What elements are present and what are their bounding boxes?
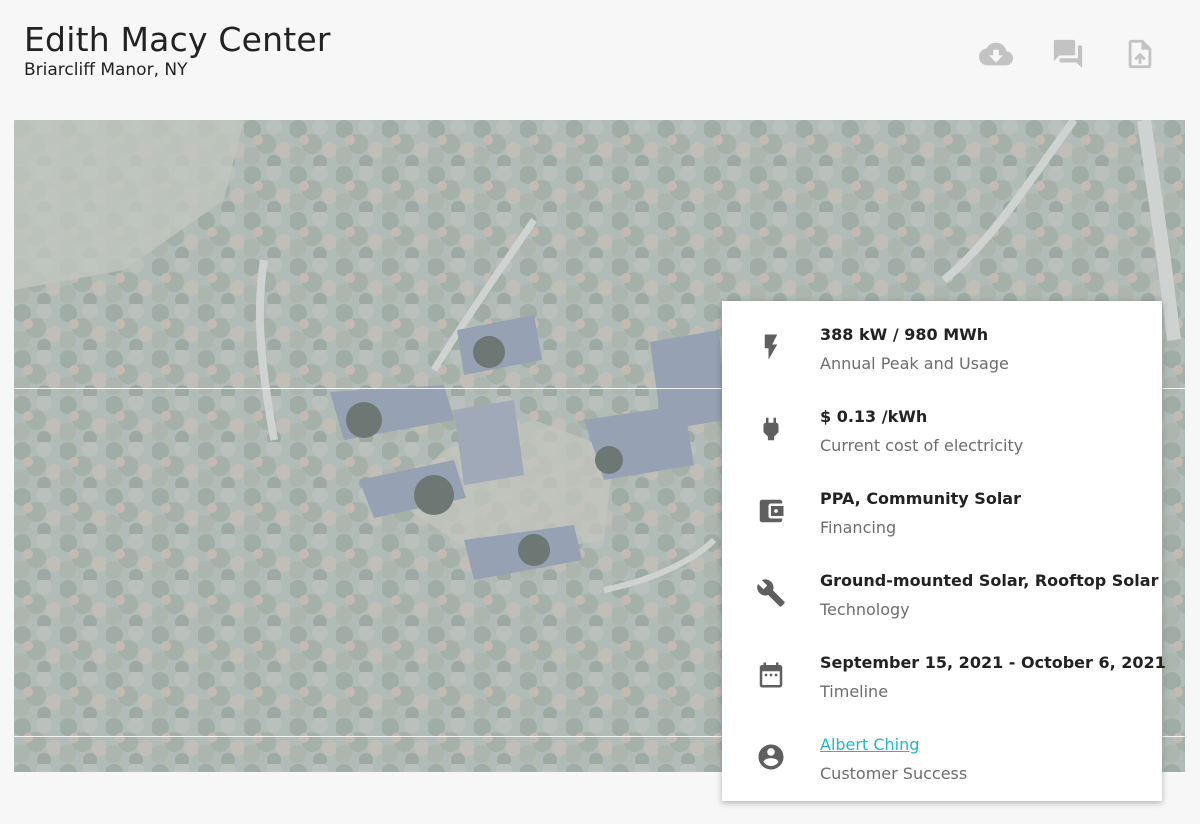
calendar-icon [759, 662, 783, 688]
info-row-peak-usage: 388 kW / 980 MWh Annual Peak and Usage [722, 312, 1162, 382]
header-actions [978, 36, 1158, 72]
file-upload-icon [1128, 39, 1152, 69]
page-subtitle: Briarcliff Manor, NY [24, 60, 188, 80]
cost-value: $ 0.13 /kWh [820, 407, 928, 426]
technology-value: Ground-mounted Solar, Rooftop Solar [820, 571, 1159, 590]
timeline-value: September 15, 2021 - October 6, 2021 [820, 653, 1166, 672]
upload-file-button[interactable] [1122, 36, 1158, 72]
info-row-financing: PPA, Community Solar Financing [722, 476, 1162, 546]
bolt-icon [764, 334, 778, 360]
technology-label: Technology [820, 600, 910, 619]
contact-label: Customer Success [820, 764, 968, 783]
wallet-icon [759, 499, 784, 523]
forum-icon [1053, 39, 1083, 69]
cost-label: Current cost of electricity [820, 436, 1024, 455]
info-row-cost: $ 0.13 /kWh Current cost of electricity [722, 394, 1162, 464]
power-plug-icon [763, 417, 779, 441]
page-header: Edith Macy Center Briarcliff Manor, NY [0, 0, 1200, 110]
info-row-timeline: September 15, 2021 - October 6, 2021 Tim… [722, 640, 1166, 710]
peak-usage-label: Annual Peak and Usage [820, 354, 1009, 373]
financing-label: Financing [820, 518, 897, 537]
contact-link[interactable]: Albert Ching [820, 735, 919, 754]
timeline-label: Timeline [820, 682, 889, 701]
download-button[interactable] [978, 36, 1014, 72]
info-row-contact: Albert Ching Customer Success [722, 722, 1162, 792]
project-details-card: 388 kW / 980 MWh Annual Peak and Usage $… [722, 301, 1166, 801]
page-title: Edith Macy Center [24, 20, 331, 59]
peak-usage-value: 388 kW / 980 MWh [820, 325, 989, 344]
info-row-technology: Ground-mounted Solar, Rooftop Solar Tech… [722, 558, 1162, 628]
financing-value: PPA, Community Solar [820, 489, 1021, 508]
wrench-icon [757, 579, 785, 607]
account-circle-icon [758, 744, 784, 770]
cloud-download-icon [979, 42, 1013, 66]
comments-button[interactable] [1050, 36, 1086, 72]
